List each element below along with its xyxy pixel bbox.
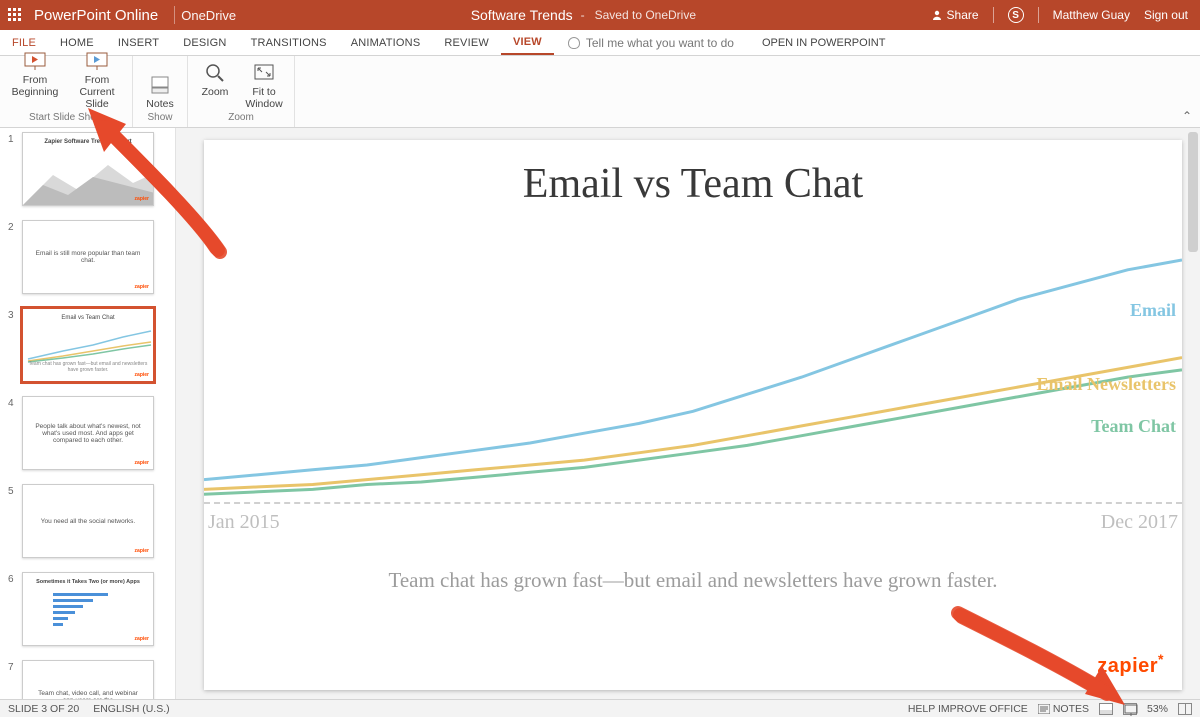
slide-stage: Email vs Team Chat Jan 2015 Dec 2017 Ema… [176,128,1200,699]
ribbon-view: From Beginning From Current Slide Start … [0,56,1200,128]
collapse-ribbon-icon[interactable]: ⌃ [1182,109,1192,123]
thumbnail[interactable]: Sometimes it Takes Two (or more) Appszap… [22,572,154,646]
xaxis-start-label: Jan 2015 [208,511,280,534]
group-label: Show [147,110,172,125]
ribbon-tabs: FILE HOME INSERT DESIGN TRANSITIONS ANIM… [0,30,1200,56]
btn-label: Zoom [202,86,229,98]
thumbnail-row[interactable]: 6Sometimes it Takes Two (or more) Appsza… [0,568,175,656]
slide-title: Email vs Team Chat [204,140,1182,208]
group-label: Zoom [228,110,254,125]
series-label-teamchat: Team Chat [1091,416,1176,437]
slide-thumbnail-panel[interactable]: 1Zapier Software Trends Reportzapier2Ema… [0,128,176,699]
status-bar: SLIDE 3 OF 20 ENGLISH (U.S.) HELP IMPROV… [0,699,1200,717]
zoom-level[interactable]: 53% [1147,703,1168,715]
tab-review[interactable]: REVIEW [432,30,501,55]
series-label-email: Email [1130,300,1176,321]
share-button[interactable]: Share [931,8,979,22]
tab-animations[interactable]: ANIMATIONS [339,30,433,55]
thumbnail-number: 1 [8,132,18,206]
thumbnail[interactable]: Email vs Team ChatTeam chat has grown fa… [22,308,154,382]
notes-label: NOTES [1053,703,1089,715]
thumbnail[interactable]: Email is still more popular than team ch… [22,220,154,294]
presentation-icon [23,50,47,72]
title-separator [993,7,994,23]
help-improve-link[interactable]: HELP IMPROVE OFFICE [908,703,1028,715]
ribbon-group-zoom: Zoom Fit to Window Zoom [188,56,295,127]
tab-transitions[interactable]: TRANSITIONS [239,30,339,55]
slideshow-view-button[interactable] [1123,703,1137,715]
thumbnail-number: 7 [8,660,18,699]
thumbnail[interactable]: People talk about what's newest, not wha… [22,396,154,470]
thumbnail-row[interactable]: 4People talk about what's newest, not wh… [0,392,175,480]
thumbnail[interactable]: You need all the social networks.zapier [22,484,154,558]
sign-out-link[interactable]: Sign out [1144,8,1188,22]
thumbnail-row[interactable]: 7Team chat, video call, and webinar app … [0,656,175,699]
share-icon [931,9,943,21]
thumbnail-number: 2 [8,220,18,294]
notes-toggle[interactable]: NOTES [1038,703,1089,715]
fit-to-window-button[interactable]: Fit to Window [240,62,288,110]
normal-view-button[interactable] [1099,703,1113,715]
fit-window-icon [252,62,276,84]
slide-canvas[interactable]: Email vs Team Chat Jan 2015 Dec 2017 Ema… [204,140,1182,690]
ribbon-group-slideshow: From Beginning From Current Slide Start … [0,56,133,127]
title-bar: PowerPoint Online OneDrive Software Tren… [0,0,1200,30]
thumbnail-number: 5 [8,484,18,558]
thumbnail-number: 6 [8,572,18,646]
notes-icon [148,74,172,96]
from-current-slide-button[interactable]: From Current Slide [68,50,126,110]
thumbnail-row[interactable]: 1Zapier Software Trends Reportzapier [0,128,175,216]
thumbnail-number: 3 [8,308,18,382]
slide-counter[interactable]: SLIDE 3 OF 20 [8,703,79,715]
location-label[interactable]: OneDrive [181,8,236,23]
thumbnail-row[interactable]: 2Email is still more popular than team c… [0,216,175,304]
notes-button[interactable]: Notes [139,74,181,110]
btn-label: From Beginning [6,74,64,98]
title-divider [174,6,175,24]
fit-view-button[interactable] [1178,703,1192,715]
chart-area: Jan 2015 Dec 2017 Email Email Newsletter… [204,240,1182,540]
brand-label: PowerPoint Online [30,7,168,24]
tell-me-search[interactable]: Tell me what you want to do [554,30,748,55]
lightbulb-icon [568,37,580,49]
presentation-current-icon [85,50,109,72]
tab-design[interactable]: DESIGN [171,30,238,55]
save-status: - Saved to OneDrive [581,8,696,22]
skype-icon[interactable]: S [1008,7,1024,23]
share-label: Share [947,8,979,22]
from-beginning-button[interactable]: From Beginning [6,50,64,110]
btn-label: Notes [146,98,173,110]
open-in-powerpoint[interactable]: OPEN IN POWERPOINT [748,30,899,55]
series-label-newsletters: Email Newsletters [1037,374,1176,395]
thumbnail[interactable]: Team chat, video call, and webinar app u… [22,660,154,699]
line-chart [204,240,1182,540]
vertical-scrollbar[interactable] [1186,128,1200,699]
zoom-button[interactable]: Zoom [194,62,236,110]
btn-label: From Current Slide [68,74,126,110]
language-label[interactable]: ENGLISH (U.S.) [93,703,169,715]
group-label: Start Slide Show [29,110,103,125]
thumbnail-row[interactable]: 3Email vs Team ChatTeam chat has grown f… [0,304,175,392]
thumbnail-number: 4 [8,396,18,470]
document-title[interactable]: Software Trends [471,7,573,23]
thumbnail-row[interactable]: 5You need all the social networks.zapier [0,480,175,568]
thumbnail[interactable]: Zapier Software Trends Reportzapier [22,132,154,206]
ribbon-group-show: Notes Show [133,56,188,127]
x-axis [204,502,1182,504]
magnifier-icon [203,62,227,84]
zapier-logo: zapier* [1097,655,1164,678]
btn-label: Fit to Window [240,86,288,110]
xaxis-end-label: Dec 2017 [1101,511,1178,534]
tell-me-placeholder: Tell me what you want to do [586,36,734,50]
user-name[interactable]: Matthew Guay [1053,8,1130,22]
app-launcher-icon[interactable] [0,0,30,30]
title-separator [1038,7,1039,23]
work-area: 1Zapier Software Trends Reportzapier2Ema… [0,128,1200,699]
slide-caption: Team chat has grown fast—but email and n… [204,568,1182,593]
tab-view[interactable]: VIEW [501,30,554,55]
notes-icon [1038,704,1050,714]
